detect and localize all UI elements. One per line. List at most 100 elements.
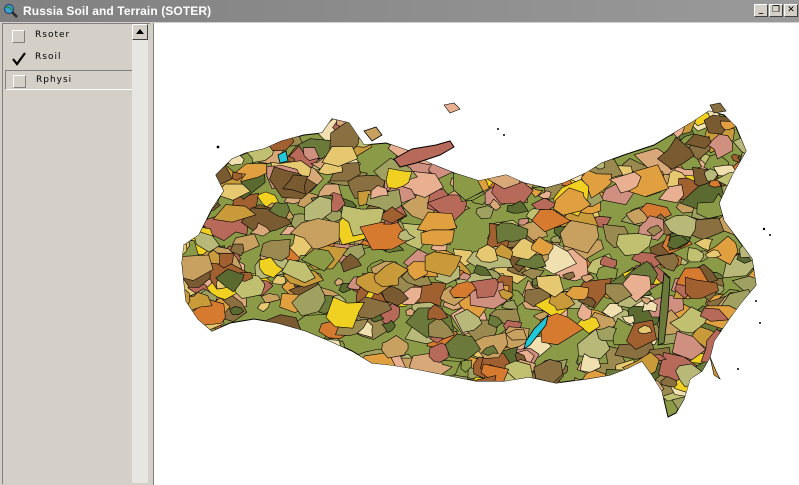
soil-unit-polygon <box>456 111 499 118</box>
soil-unit-polygon <box>182 362 192 384</box>
soil-unit-polygon <box>392 387 412 402</box>
soil-unit-polygon <box>543 111 579 145</box>
soil-unit-polygon <box>324 410 344 417</box>
soil-unit-polygon <box>519 145 553 174</box>
soil-unit-polygon <box>449 112 484 134</box>
soil-unit-polygon <box>703 375 727 392</box>
soil-unit-polygon <box>192 367 226 385</box>
soil-unit-polygon <box>448 406 468 417</box>
soil-unit-polygon <box>196 183 206 194</box>
layer-label-rsoil: Rsoil <box>35 52 62 62</box>
soil-unit-polygon <box>203 111 235 117</box>
soil-unit-polygon <box>513 111 550 113</box>
soil-unit-polygon <box>493 117 503 126</box>
soil-unit-polygon <box>182 176 196 196</box>
restore-button[interactable]: ❐ <box>769 4 783 17</box>
soil-unit-polygon <box>527 153 538 164</box>
window-title: Russia Soil and Terrain (SOTER) <box>23 4 212 18</box>
layer-item-rsoil[interactable]: Rsoil <box>5 48 135 68</box>
title-bar[interactable]: Russia Soil and Terrain (SOTER) _ ❐ ✕ <box>0 0 799 22</box>
soil-unit-polygon <box>182 334 200 366</box>
soil-unit-polygon <box>242 396 255 405</box>
soil-unit-polygon <box>203 159 220 173</box>
soil-unit-polygon <box>431 375 446 386</box>
soil-unit-polygon <box>227 382 245 395</box>
soil-unit-polygon <box>744 134 756 158</box>
soil-unit-polygon <box>347 409 362 417</box>
scroll-up-button[interactable] <box>132 24 148 40</box>
soil-unit-polygon <box>578 119 593 128</box>
soil-unit-polygon <box>732 339 756 371</box>
soil-unit-polygon <box>257 340 280 355</box>
soil-unit-polygon <box>742 232 756 244</box>
soil-unit-polygon <box>456 410 473 417</box>
soil-unit-polygon <box>730 111 756 125</box>
soil-unit-polygon <box>247 404 281 417</box>
soil-unit-polygon <box>213 415 234 417</box>
soil-unit-polygon <box>393 114 407 123</box>
soil-unit-polygon <box>671 395 711 417</box>
soil-unit-polygon <box>477 111 506 123</box>
soil-unit-polygon <box>541 111 582 137</box>
soil-unit-polygon <box>461 111 482 126</box>
soil-unit-polygon <box>613 131 630 146</box>
soil-unit-polygon <box>614 402 642 417</box>
soil-unit-polygon <box>277 384 299 400</box>
soil-unit-polygon <box>705 382 720 394</box>
soil-unit-polygon <box>258 113 285 131</box>
soil-unit-polygon <box>469 151 483 164</box>
soil-unit-polygon <box>197 410 219 417</box>
soil-unit-polygon <box>717 351 756 382</box>
soil-unit-polygon <box>630 112 655 127</box>
soil-unit-polygon <box>475 142 514 165</box>
soil-unit-polygon <box>530 123 546 134</box>
soil-unit-polygon <box>372 111 410 131</box>
soil-unit-polygon <box>281 402 309 417</box>
soil-unit-polygon <box>188 396 209 411</box>
minimize-button[interactable]: _ <box>754 4 768 17</box>
soil-unit-polygon <box>339 375 374 398</box>
soil-unit-polygon <box>391 383 411 407</box>
soil-unit-polygon <box>746 112 756 130</box>
soil-unit-polygon <box>250 397 293 417</box>
soil-unit-polygon <box>489 130 518 148</box>
soil-unit-polygon <box>736 407 752 417</box>
soil-unit-polygon <box>209 410 238 417</box>
soil-unit-polygon <box>422 130 438 144</box>
soil-unit-polygon <box>495 139 515 154</box>
soil-unit-polygon <box>229 113 275 145</box>
soil-unit-polygon <box>269 116 303 139</box>
soil-unit-polygon <box>685 395 715 417</box>
soil-unit-polygon <box>331 396 370 417</box>
soil-unit-polygon <box>563 394 572 402</box>
soil-unit-polygon <box>365 111 381 112</box>
soil-unit-polygon <box>249 334 270 352</box>
soil-unit-polygon <box>440 391 483 417</box>
soil-unit-polygon <box>192 172 220 199</box>
layer-checkbox-rsoil[interactable] <box>12 52 26 66</box>
soil-unit-polygon <box>521 155 537 167</box>
soil-unit-polygon <box>362 410 388 417</box>
soil-unit-polygon <box>729 169 756 198</box>
soil-unit-polygon <box>333 366 371 395</box>
soil-unit-polygon <box>415 111 451 128</box>
layer-checkbox-rphysi[interactable] <box>13 75 26 88</box>
soil-unit-polygon <box>447 111 472 127</box>
soil-unit-polygon <box>611 375 629 391</box>
layer-item-rsoter[interactable]: Rsoter <box>5 26 135 46</box>
soil-unit-polygon <box>182 390 198 409</box>
close-button[interactable]: ✕ <box>784 4 798 17</box>
layer-checkbox-rsoter[interactable] <box>12 30 25 43</box>
soil-unit-polygon <box>264 398 298 417</box>
soil-unit-polygon <box>717 329 745 349</box>
layer-item-rphysi[interactable]: Rphysi <box>5 70 135 90</box>
soil-unit-polygon <box>624 396 660 417</box>
soil-unit-polygon <box>211 388 231 400</box>
soil-unit-polygon <box>182 395 198 410</box>
soil-unit-polygon <box>194 362 217 376</box>
russia-soil-map[interactable] <box>154 23 799 485</box>
soil-unit-polygon <box>247 382 280 407</box>
soil-unit-polygon <box>696 390 721 409</box>
map-view[interactable] <box>154 23 799 485</box>
toc-scrollbar[interactable] <box>132 24 148 483</box>
